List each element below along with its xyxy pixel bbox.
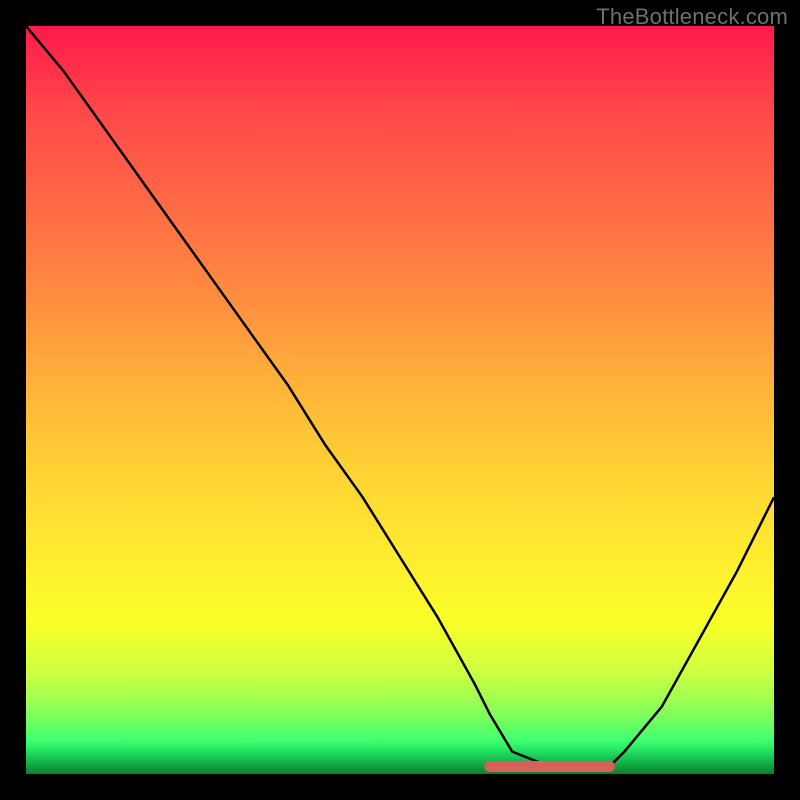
chart-svg [26,26,774,774]
bottleneck-curve [26,26,774,767]
plot-area [26,26,774,774]
watermark-text: TheBottleneck.com [596,4,788,30]
chart-stage: TheBottleneck.com [0,0,800,800]
